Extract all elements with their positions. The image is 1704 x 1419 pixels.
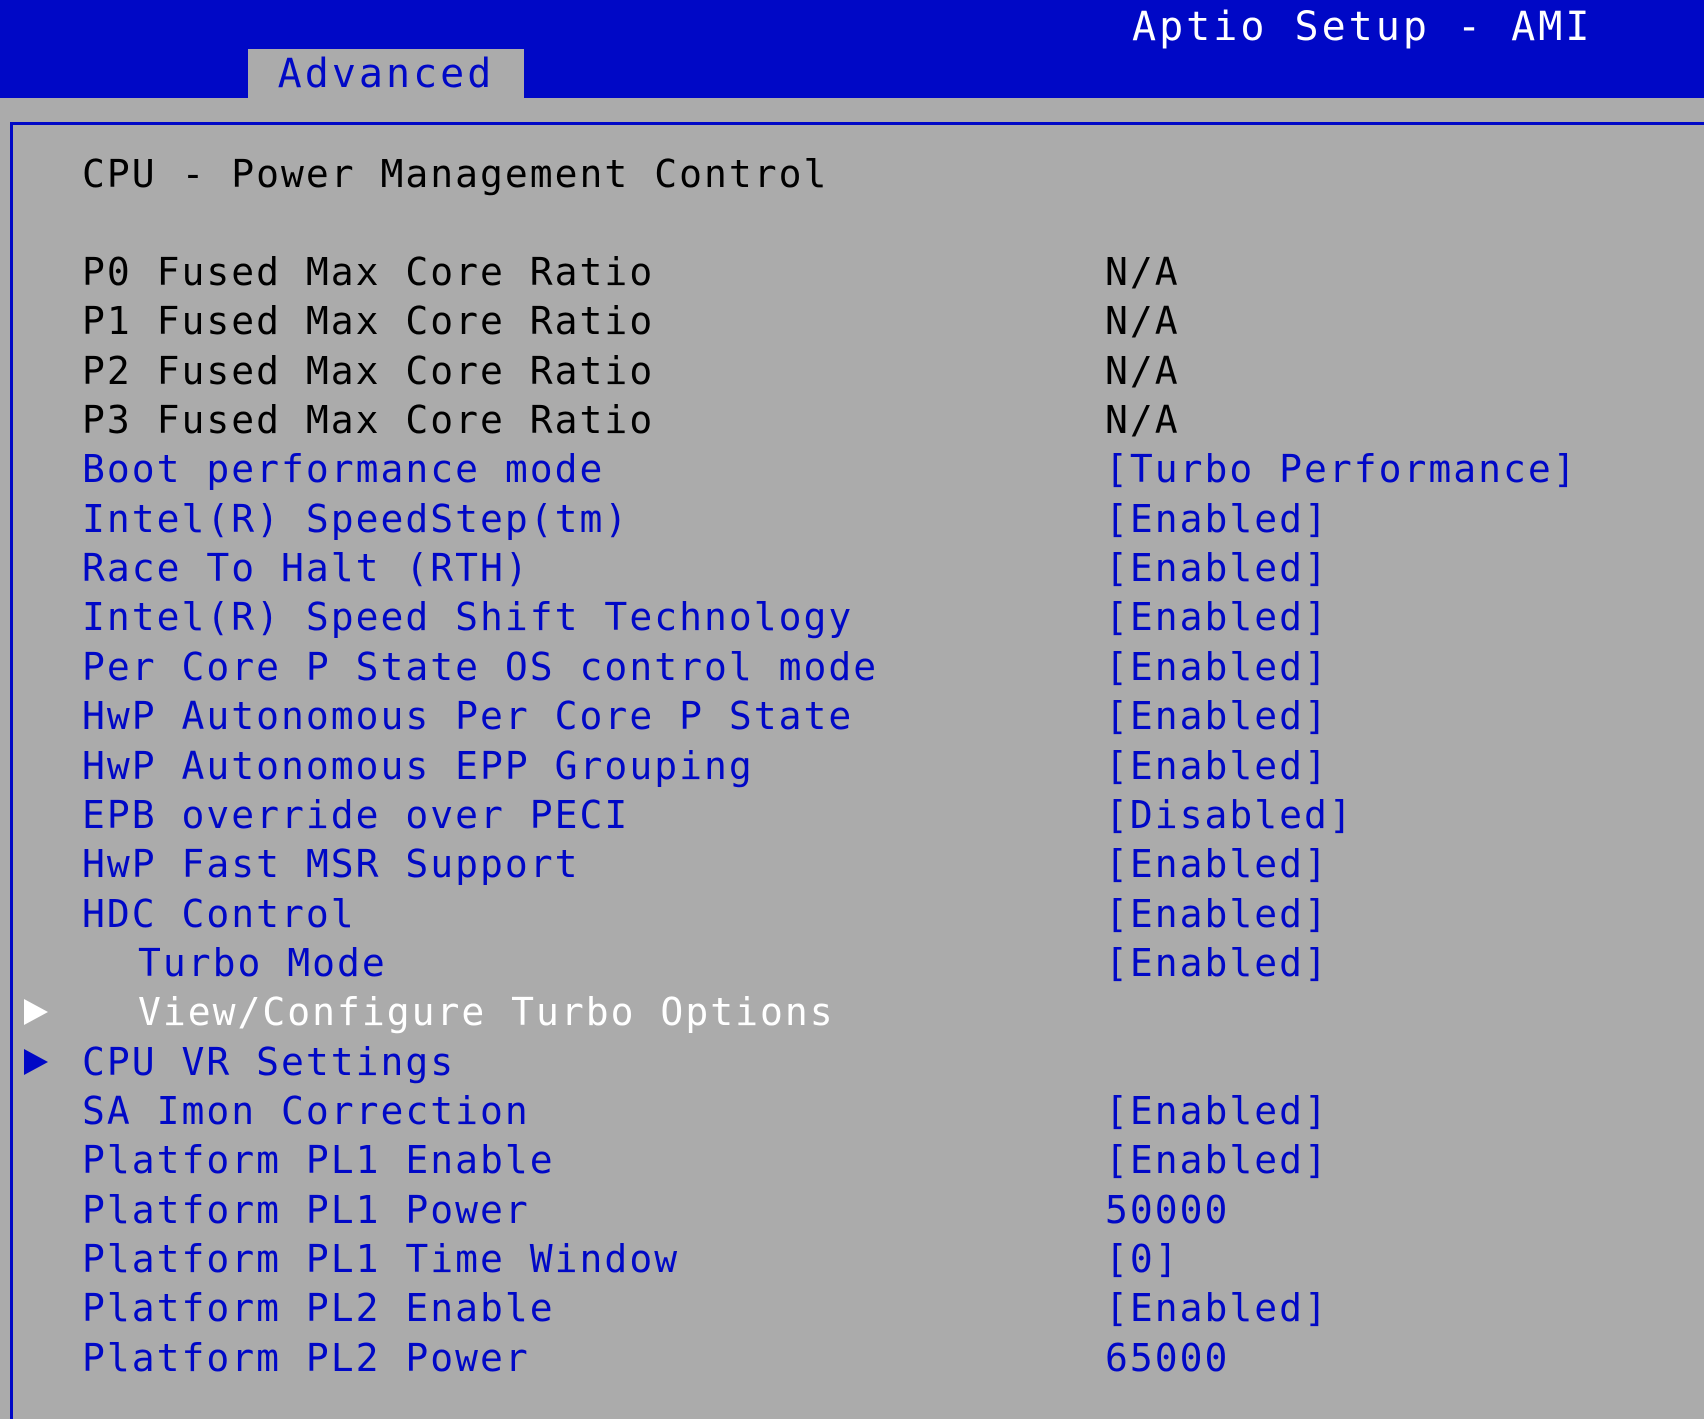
submenu-arrow-icon xyxy=(24,999,48,1025)
setting-label: Platform PL1 Power xyxy=(82,1188,530,1232)
setting-label: P2 Fused Max Core Ratio xyxy=(82,349,655,393)
setting-row-hwp-autonomous-epp-grouping[interactable]: HwP Autonomous EPP Grouping [Enabled] xyxy=(0,742,1704,791)
setting-value[interactable]: [Enabled] xyxy=(1105,1087,1329,1136)
setting-label: Platform PL1 Enable xyxy=(82,1138,555,1182)
setting-value[interactable]: 50000 xyxy=(1105,1186,1229,1235)
header-bar: Aptio Setup - AMI Advanced xyxy=(0,0,1704,98)
setting-row-p2-fused-max-core-ratio: P2 Fused Max Core Ratio N/A xyxy=(0,347,1704,396)
bios-screen: Aptio Setup - AMI Advanced CPU - Power M… xyxy=(0,0,1704,1419)
setting-label: Turbo Mode xyxy=(138,941,387,985)
setting-row-hdc-control[interactable]: HDC Control [Enabled] xyxy=(0,890,1704,939)
setting-label: Platform PL1 Time Window xyxy=(82,1237,680,1281)
setting-label: Per Core P State OS control mode xyxy=(82,645,879,689)
setting-value[interactable]: [Enabled] xyxy=(1105,593,1329,642)
setting-value[interactable]: [Enabled] xyxy=(1105,890,1329,939)
app-title: Aptio Setup - AMI xyxy=(1132,4,1593,50)
setting-row-turbo-mode[interactable]: Turbo Mode [Enabled] xyxy=(0,939,1704,988)
setting-row-platform-pl1-power[interactable]: Platform PL1 Power 50000 xyxy=(0,1186,1704,1235)
setting-row-intel-r-speedstep-tm[interactable]: Intel(R) SpeedStep(tm) [Enabled] xyxy=(0,495,1704,544)
setting-row-race-to-halt-rth[interactable]: Race To Halt (RTH) [Enabled] xyxy=(0,544,1704,593)
setting-value[interactable]: [Disabled] xyxy=(1105,791,1354,840)
setting-label: EPB override over PECI xyxy=(82,793,630,837)
setting-label: Platform PL2 Enable xyxy=(82,1286,555,1330)
setting-row-per-core-p-state-os-control-mode[interactable]: Per Core P State OS control mode [Enabled… xyxy=(0,643,1704,692)
setting-value[interactable]: [Enabled] xyxy=(1105,939,1329,988)
setting-value[interactable]: [Enabled] xyxy=(1105,742,1329,791)
setting-row-platform-pl2-enable[interactable]: Platform PL2 Enable [Enabled] xyxy=(0,1284,1704,1333)
setting-value[interactable]: [Enabled] xyxy=(1105,544,1329,593)
setting-label: HDC Control xyxy=(82,892,356,936)
setting-label: Race To Halt (RTH) xyxy=(82,546,530,590)
setting-value[interactable]: [Enabled] xyxy=(1105,840,1329,889)
setting-label: P3 Fused Max Core Ratio xyxy=(82,398,655,442)
setting-label: HwP Autonomous Per Core P State xyxy=(82,694,854,738)
setting-row-epb-override-over-peci[interactable]: EPB override over PECI [Disabled] xyxy=(0,791,1704,840)
setting-label: HwP Fast MSR Support xyxy=(82,842,580,886)
setting-row-intel-r-speed-shift-technology[interactable]: Intel(R) Speed Shift Technology [Enabled] xyxy=(0,593,1704,642)
setting-label: HwP Autonomous EPP Grouping xyxy=(82,744,754,788)
setting-value: N/A xyxy=(1105,398,1180,442)
setting-value[interactable]: 65000 xyxy=(1105,1334,1229,1383)
setting-row-sa-imon-correction[interactable]: SA Imon Correction [Enabled] xyxy=(0,1087,1704,1136)
setting-value[interactable]: [Turbo Performance] xyxy=(1105,445,1578,494)
setting-label: View/Configure Turbo Options xyxy=(138,990,835,1034)
setting-value: N/A xyxy=(1105,250,1180,294)
tab-advanced[interactable]: Advanced xyxy=(248,49,524,98)
setting-label: Intel(R) Speed Shift Technology xyxy=(82,595,854,639)
setting-label: P1 Fused Max Core Ratio xyxy=(82,299,655,343)
setting-row-view-configure-turbo-options[interactable]: View/Configure Turbo Options xyxy=(0,988,1704,1037)
setting-value: N/A xyxy=(1105,299,1180,343)
setting-value[interactable]: [Enabled] xyxy=(1105,1136,1329,1185)
setting-label: SA Imon Correction xyxy=(82,1089,530,1133)
submenu-arrow-icon xyxy=(24,1049,48,1075)
setting-row-cpu-vr-settings[interactable]: CPU VR Settings xyxy=(0,1038,1704,1087)
setting-value[interactable]: [Enabled] xyxy=(1105,1284,1329,1333)
setting-row-p1-fused-max-core-ratio: P1 Fused Max Core Ratio N/A xyxy=(0,297,1704,346)
setting-label: Intel(R) SpeedStep(tm) xyxy=(82,497,630,541)
setting-row-boot-performance-mode[interactable]: Boot performance mode [Turbo Performance] xyxy=(0,445,1704,494)
setting-label: CPU VR Settings xyxy=(82,1040,456,1084)
setting-row-hwp-autonomous-per-core-p-state[interactable]: HwP Autonomous Per Core P State [Enabled] xyxy=(0,692,1704,741)
setting-label: P0 Fused Max Core Ratio xyxy=(82,250,655,294)
setting-label: Platform PL2 Power xyxy=(82,1336,530,1380)
setting-row-p3-fused-max-core-ratio: P3 Fused Max Core Ratio N/A xyxy=(0,396,1704,445)
setting-value[interactable]: [Enabled] xyxy=(1105,692,1329,741)
setting-value[interactable]: [Enabled] xyxy=(1105,643,1329,692)
setting-label: Boot performance mode xyxy=(82,447,605,491)
setting-row-platform-pl1-enable[interactable]: Platform PL1 Enable [Enabled] xyxy=(0,1136,1704,1185)
setting-row-platform-pl1-time-window[interactable]: Platform PL1 Time Window [0] xyxy=(0,1235,1704,1284)
page-title: CPU - Power Management Control xyxy=(82,152,829,196)
setting-value: N/A xyxy=(1105,349,1180,393)
setting-row-platform-pl2-power[interactable]: Platform PL2 Power 65000 xyxy=(0,1334,1704,1383)
setting-row-hwp-fast-msr-support[interactable]: HwP Fast MSR Support [Enabled] xyxy=(0,840,1704,889)
setting-value[interactable]: [0] xyxy=(1105,1235,1180,1284)
setting-value[interactable]: [Enabled] xyxy=(1105,495,1329,544)
setting-row-p0-fused-max-core-ratio: P0 Fused Max Core Ratio N/A xyxy=(0,248,1704,297)
